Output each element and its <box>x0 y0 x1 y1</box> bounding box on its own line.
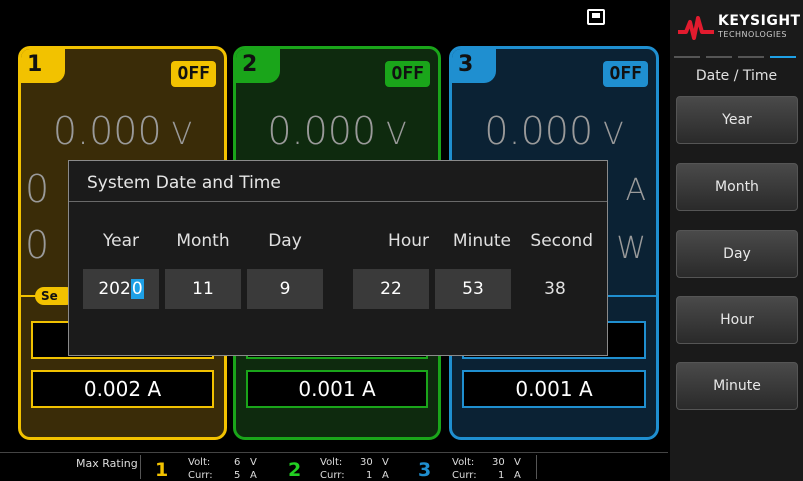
channel-3-output-status: OFF <box>603 61 648 87</box>
channel-1-voltage-unit: V <box>171 117 193 152</box>
lan-icon <box>587 9 605 25</box>
channel-1-voltage-value: 0.000 <box>52 109 162 153</box>
rating-ch1-volt-unit: V <box>250 457 257 468</box>
minute-field[interactable]: 53 <box>435 269 511 309</box>
channel-3-number: 3 <box>452 49 496 83</box>
dialog-title-divider <box>69 201 607 202</box>
rating-ch3-curr-label: Curr: <box>452 470 477 481</box>
rating-ch2-curr-label: Curr: <box>320 470 345 481</box>
rating-ch1-curr-label: Curr: <box>188 470 213 481</box>
channel-3-voltage-unit: V <box>603 117 624 152</box>
second-label: Second <box>530 231 593 251</box>
menu-page-2 <box>706 56 732 58</box>
system-date-time-dialog: System Date and Time Year Month Day Hour… <box>68 160 608 356</box>
channel-2-number: 2 <box>236 49 280 83</box>
rating-ch1-curr-unit: A <box>250 470 257 481</box>
rating-ch2-volt-label: Volt: <box>320 457 343 468</box>
year-edit-cursor: 0 <box>130 279 144 299</box>
brand-name: KEYSIGHT <box>718 13 801 29</box>
channel-1-number: 1 <box>21 49 65 83</box>
menu-page-3 <box>738 56 764 58</box>
rating-divider-end <box>536 455 537 479</box>
softkey-hour[interactable]: Hour <box>676 296 798 344</box>
menu-title: Date / Time <box>695 68 778 84</box>
channel-3-voltage-readout: 0.000 V <box>452 109 656 153</box>
channel-2-voltage-value: 0.000 <box>267 109 377 153</box>
rating-ch2-volt-unit: V <box>382 457 389 468</box>
day-label: Day <box>268 231 302 251</box>
softkey-month[interactable]: Month <box>676 163 798 211</box>
second-field: 38 <box>544 279 566 299</box>
rating-ch2-volt: 30 <box>360 457 373 468</box>
channel-2-output-status: OFF <box>385 61 430 87</box>
softkey-minute[interactable]: Minute <box>676 362 798 410</box>
menu-page-4-active <box>770 56 796 58</box>
keysight-logo-icon <box>678 16 714 40</box>
rating-ch3-volt-unit: V <box>514 457 521 468</box>
rating-ch2-curr: 1 <box>366 470 373 481</box>
channel-2-voltage-readout: 0.000 V <box>236 109 438 153</box>
rating-ch3-number: 3 <box>418 459 432 481</box>
menu-page-1 <box>674 56 700 58</box>
year-label: Year <box>103 231 139 251</box>
rating-ch2-number: 2 <box>288 459 302 481</box>
channel-1-output-status: OFF <box>171 61 216 87</box>
dialog-title: System Date and Time <box>87 173 281 193</box>
channel-2-current-setting[interactable]: 0.001 A <box>246 370 428 408</box>
channel-3-current-setting[interactable]: 0.001 A <box>462 370 646 408</box>
rating-ch1-volt: 6 <box>234 457 241 468</box>
softkey-menu: KEYSIGHT TECHNOLOGIES Date / Time Year M… <box>670 0 803 481</box>
year-field[interactable]: 2020 <box>83 269 159 309</box>
year-value: 202 <box>98 279 131 299</box>
rating-ch1-number: 1 <box>155 459 169 481</box>
max-rating-label: Max Rating <box>76 457 138 470</box>
rating-ch1-volt-label: Volt: <box>188 457 211 468</box>
channel-2-voltage-unit: V <box>386 117 407 152</box>
channel-1-voltage-readout: 0.000 V <box>21 109 224 153</box>
hour-label: Hour <box>388 231 429 251</box>
day-field[interactable]: 9 <box>247 269 323 309</box>
softkey-day[interactable]: Day <box>676 230 798 278</box>
rating-ch3-curr: 1 <box>498 470 505 481</box>
keysight-logo: KEYSIGHT TECHNOLOGIES <box>678 10 801 46</box>
max-rating-bar: Max Rating 1 Volt: 6 V Curr: 5 A 2 Volt:… <box>0 452 668 481</box>
rating-ch1-curr: 5 <box>234 470 241 481</box>
channel-3-current-unit: A <box>625 173 646 208</box>
month-field[interactable]: 11 <box>165 269 241 309</box>
channel-1-current-setting[interactable]: 0.002 A <box>31 370 214 408</box>
rating-ch3-curr-unit: A <box>514 470 521 481</box>
hour-field[interactable]: 22 <box>353 269 429 309</box>
softkey-year[interactable]: Year <box>676 96 798 144</box>
minute-label: Minute <box>452 231 511 251</box>
channel-3-power-unit: W <box>616 231 646 266</box>
rating-ch2-curr-unit: A <box>382 470 389 481</box>
top-status-bar <box>0 0 668 38</box>
rating-ch3-volt: 30 <box>492 457 505 468</box>
month-label: Month <box>176 231 230 251</box>
rating-ch3-volt-label: Volt: <box>452 457 475 468</box>
menu-page-indicator <box>674 56 800 58</box>
rating-divider <box>140 455 141 479</box>
brand-subtitle: TECHNOLOGIES <box>718 30 787 39</box>
channel-3-voltage-value: 0.000 <box>484 109 594 153</box>
